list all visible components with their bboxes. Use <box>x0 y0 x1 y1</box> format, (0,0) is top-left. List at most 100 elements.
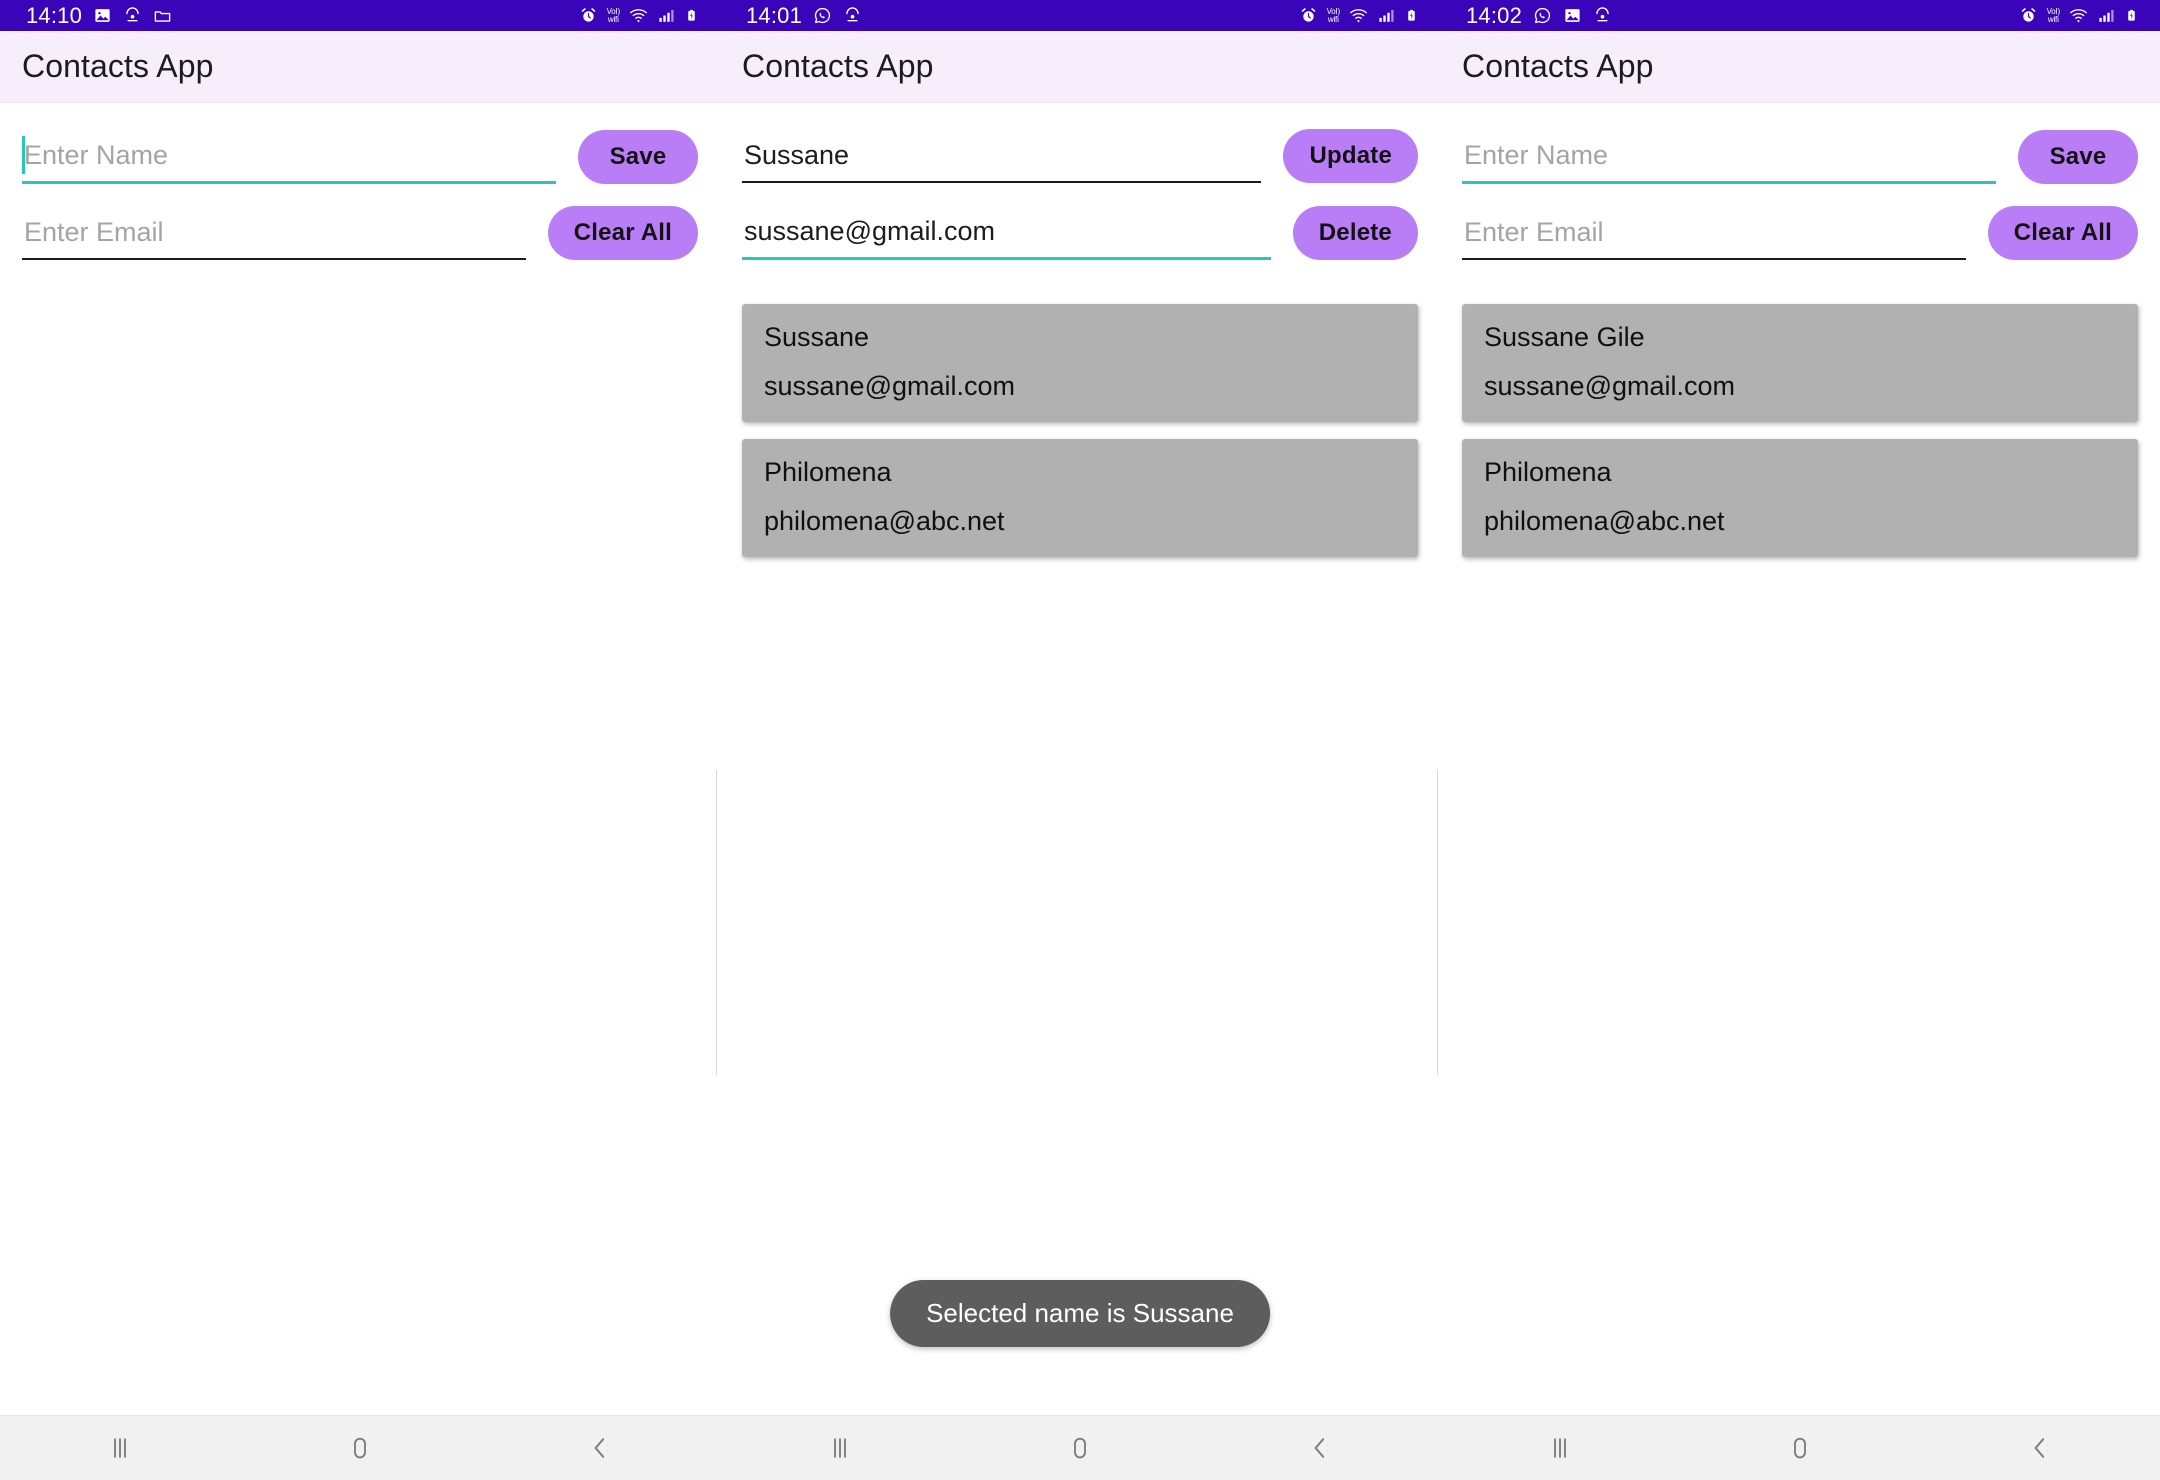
email-input[interactable]: Enter Email <box>1462 206 1966 258</box>
secondary-action-button[interactable]: Clear All <box>1987 206 2138 260</box>
contact-name: Philomena <box>1484 457 1612 487</box>
name-row: Enter Name Save <box>1462 129 2138 184</box>
contact-card[interactable]: Philomena philomena@abc.net <box>1462 439 2138 557</box>
name-input[interactable]: Enter Name <box>22 129 556 181</box>
signal-icon <box>657 6 676 25</box>
primary-action-button[interactable]: Update <box>1283 129 1418 183</box>
recents-button[interactable] <box>780 1416 900 1480</box>
wifi-icon <box>1349 6 1368 25</box>
status-bar: 14:10 VoI) wifi <box>0 0 720 31</box>
email-field-wrap: sussane@gmail.com <box>742 205 1271 260</box>
wifi-icon <box>629 6 648 25</box>
volte-icon: VoI) wifi <box>1327 7 1341 24</box>
email-underline <box>742 257 1271 260</box>
email-input[interactable]: Enter Email <box>22 206 526 258</box>
name-field-wrap: Enter Name <box>22 129 556 184</box>
status-bar-clock: 14:02 <box>1466 2 1523 28</box>
image-icon <box>93 6 112 25</box>
contact-name: Sussane Gile <box>1484 322 1645 352</box>
status-notification-icons <box>1533 6 1612 25</box>
volte-icon: VoI) wifi <box>607 7 621 24</box>
contact-email: sussane@gmail.com <box>1484 371 1736 401</box>
screen-root: 14:10 VoI) wifi Contacts App Enter Name Save E… <box>0 0 2160 1480</box>
app-panel-2: Contacts App Sussane Update sussane@gmail.c… <box>720 31 1440 1415</box>
screen-record-icon <box>1593 6 1612 25</box>
status-bar-clock: 14:10 <box>26 2 83 28</box>
name-input[interactable]: Sussane <box>742 129 1261 181</box>
email-row: Enter Email Clear All <box>1462 206 2138 260</box>
app-panel-3: Contacts App Enter Name Save Enter Email Cle… <box>1440 31 2160 1415</box>
system-navigation-bar <box>0 1415 720 1480</box>
contact-card[interactable]: Sussane sussane@gmail.com <box>742 304 1418 422</box>
contact-list <box>0 282 720 304</box>
app-panel-1: Contacts App Enter Name Save Enter Email Cle… <box>0 31 720 1415</box>
status-bar-right: VoI) wifi <box>2019 6 2160 25</box>
status-bar-right: VoI) wifi <box>1299 6 1440 25</box>
battery-charging-icon <box>1405 6 1418 25</box>
name-row: Sussane Update <box>742 129 1418 183</box>
contact-form: Enter Name Save Enter Email Clear All <box>1440 103 2160 260</box>
page-title: Contacts App <box>1462 48 1654 84</box>
secondary-action-button[interactable]: Clear All <box>547 206 698 260</box>
email-underline <box>1462 258 1966 260</box>
back-button[interactable] <box>540 1416 660 1480</box>
app-bar: Contacts App <box>720 31 1440 103</box>
panel-divider-1 <box>716 770 717 1075</box>
status-bar: 14:02 VoI) wifi <box>1440 0 2160 31</box>
secondary-action-button[interactable]: Delete <box>1292 206 1418 260</box>
signal-icon <box>1377 6 1396 25</box>
status-bar-left: 14:02 <box>1440 3 1612 29</box>
contact-email: philomena@abc.net <box>764 506 1005 536</box>
app-bar: Contacts App <box>0 31 720 103</box>
screen-record-icon <box>123 6 142 25</box>
primary-action-button[interactable]: Save <box>578 130 698 184</box>
email-row: Enter Email Clear All <box>22 206 698 260</box>
home-button[interactable] <box>1020 1416 1140 1480</box>
primary-action-button[interactable]: Save <box>2018 130 2138 184</box>
status-bar-clock: 14:01 <box>746 2 803 28</box>
contact-card[interactable]: Philomena philomena@abc.net <box>742 439 1418 557</box>
app-bar: Contacts App <box>1440 31 2160 103</box>
alarm-icon <box>2019 6 2038 25</box>
status-bar-left: 14:01 <box>720 3 862 29</box>
contact-card[interactable]: Sussane Gile sussane@gmail.com <box>1462 304 2138 422</box>
contact-name: Sussane <box>764 322 870 352</box>
contact-form: Enter Name Save Enter Email Clear All <box>0 103 720 260</box>
name-underline <box>1462 181 1996 184</box>
contact-email: sussane@gmail.com <box>764 371 1016 401</box>
email-row: sussane@gmail.com Delete <box>742 205 1418 260</box>
panel-divider-2 <box>1437 770 1438 1075</box>
back-button[interactable] <box>1980 1416 2100 1480</box>
signal-icon <box>2097 6 2116 25</box>
email-field-wrap: Enter Email <box>22 206 526 260</box>
email-field-wrap: Enter Email <box>1462 206 1966 260</box>
whatsapp-icon <box>813 6 832 25</box>
screen-record-icon <box>843 6 862 25</box>
status-bar-right: VoI) wifi <box>579 6 720 25</box>
system-navigation-bar <box>720 1415 1440 1480</box>
volte-icon: VoI) wifi <box>2047 7 2061 24</box>
status-notification-icons <box>813 6 862 25</box>
back-button[interactable] <box>1260 1416 1380 1480</box>
recents-button[interactable] <box>1500 1416 1620 1480</box>
status-bar-left: 14:10 <box>0 3 172 29</box>
battery-charging-icon <box>685 6 698 25</box>
name-input[interactable]: Enter Name <box>1462 129 1996 181</box>
home-button[interactable] <box>300 1416 420 1480</box>
system-navigation-bar <box>1440 1415 2160 1480</box>
name-field-wrap: Sussane <box>742 129 1262 183</box>
email-input[interactable]: sussane@gmail.com <box>742 205 1271 257</box>
recents-button[interactable] <box>60 1416 180 1480</box>
wifi-icon <box>2069 6 2088 25</box>
home-button[interactable] <box>1740 1416 1860 1480</box>
alarm-icon <box>1299 6 1318 25</box>
volte-label-bottom: wifi <box>607 14 619 24</box>
name-underline <box>742 181 1262 183</box>
contact-form: Sussane Update sussane@gmail.com Delete <box>720 103 1440 260</box>
name-field-wrap: Enter Name <box>1462 129 1996 184</box>
email-underline <box>22 258 526 260</box>
battery-charging-icon <box>2125 6 2138 25</box>
whatsapp-icon <box>1533 6 1552 25</box>
folder-icon <box>153 6 172 25</box>
contact-email: philomena@abc.net <box>1484 506 1725 536</box>
